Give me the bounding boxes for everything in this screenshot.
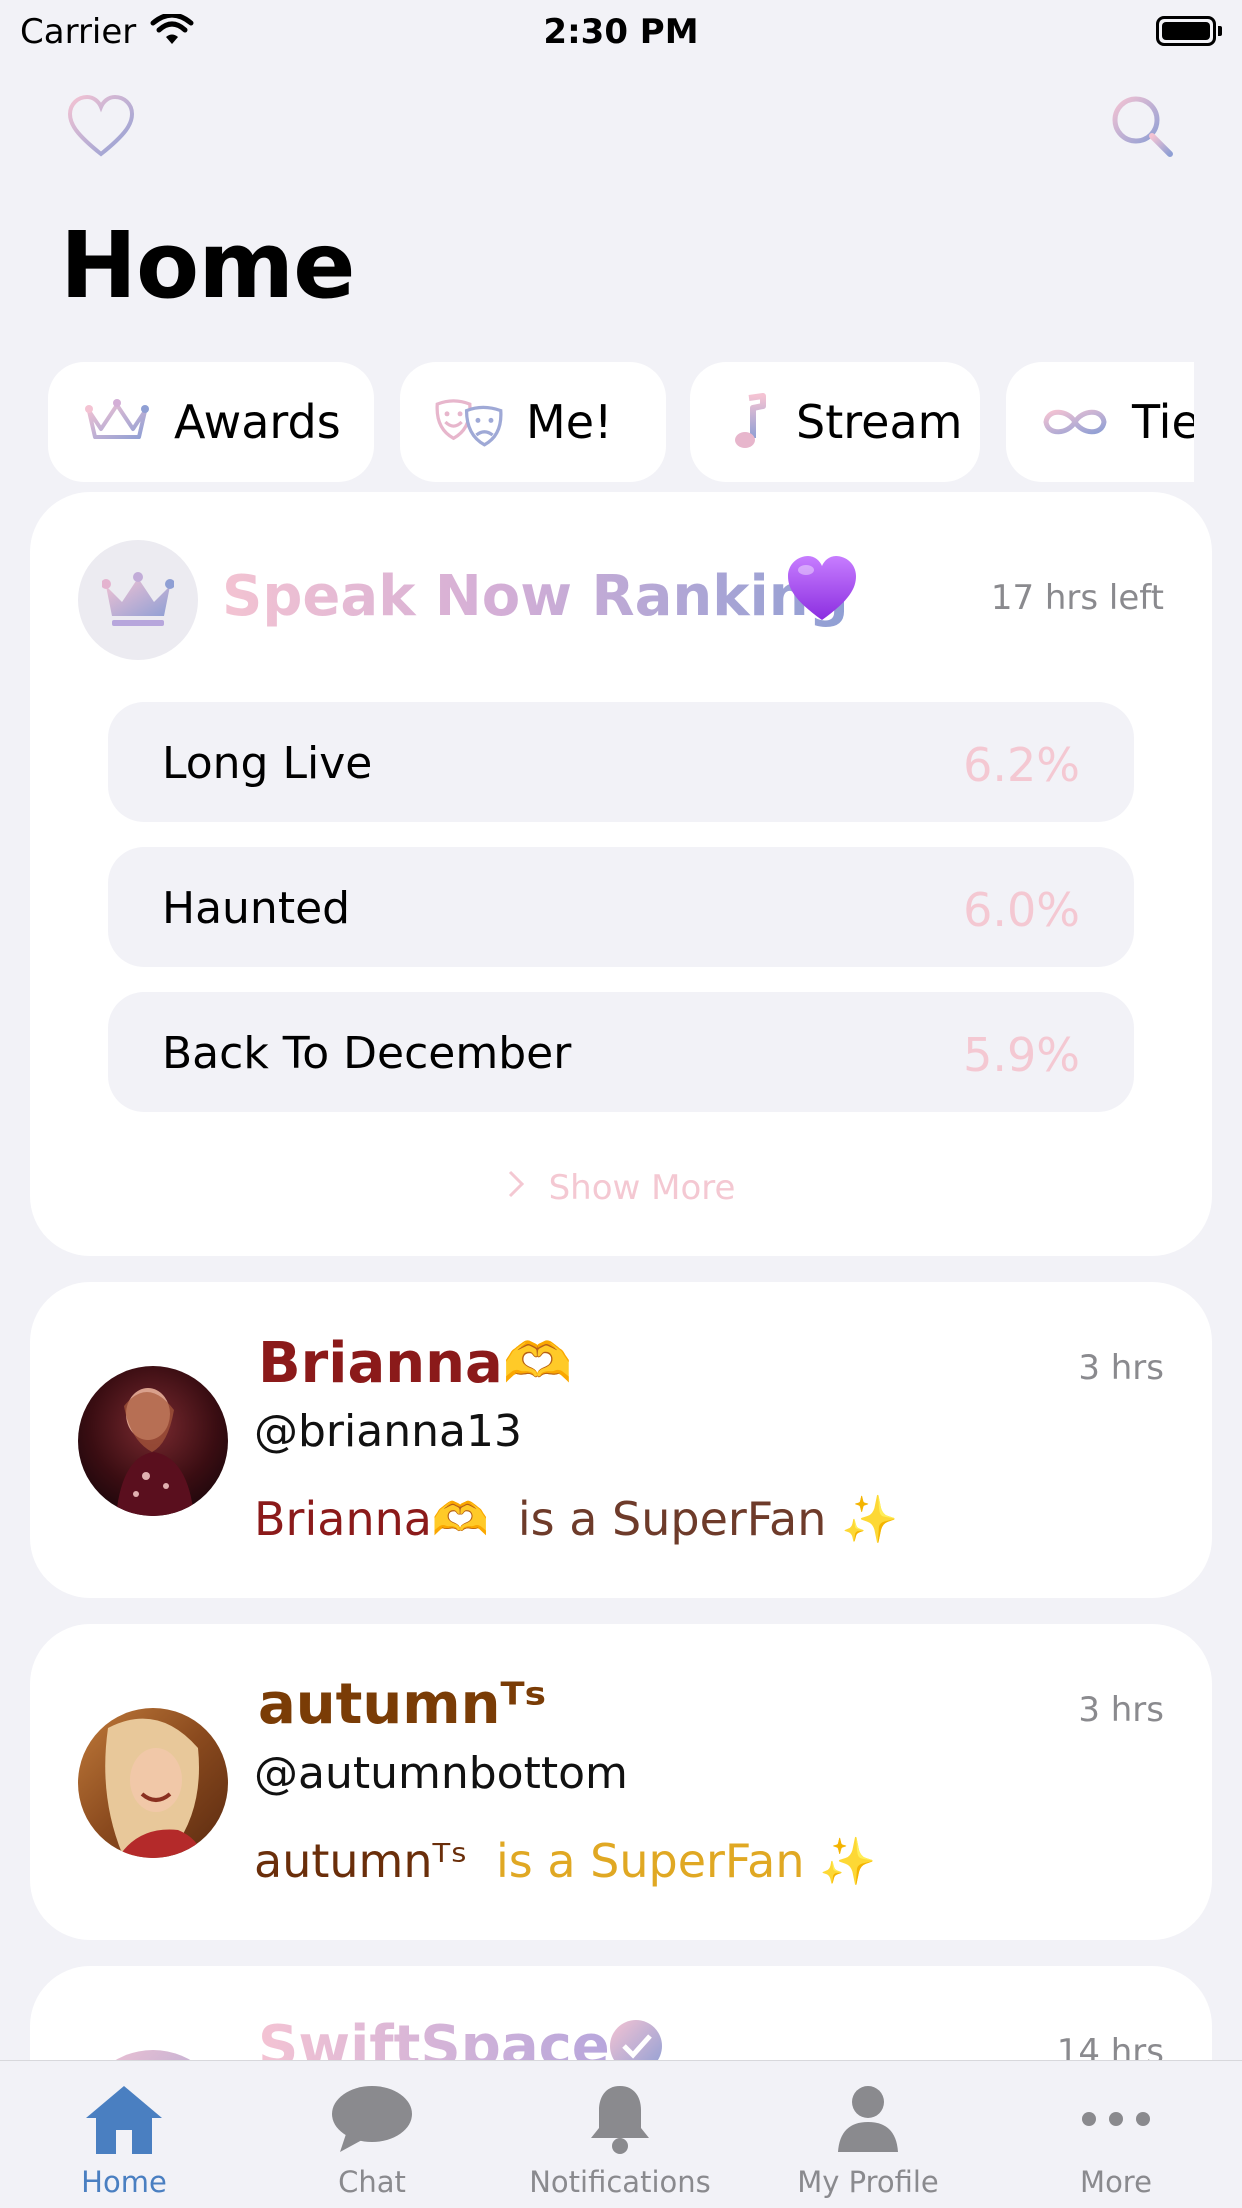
- tab-label: Chat: [338, 2165, 406, 2199]
- tab-notifications[interactable]: Notifications: [496, 2061, 744, 2208]
- status-bar: Carrier 2:30 PM: [0, 0, 1242, 62]
- show-more-button[interactable]: Show More: [30, 1168, 1212, 1208]
- post-author-name[interactable]: autumnᵀˢ: [258, 1672, 546, 1737]
- post-card[interactable]: autumnᵀˢ @autumnbottom 3 hrs autumnᵀˢ is…: [30, 1624, 1212, 1940]
- chip-tie[interactable]: Tie: [1006, 362, 1194, 482]
- battery-icon: [1156, 16, 1222, 46]
- favorites-heart-icon[interactable]: [66, 92, 136, 162]
- chip-me[interactable]: Me!: [400, 362, 666, 482]
- post-body-text: is a SuperFan ✨: [495, 1834, 877, 1888]
- chat-bubble-icon: [248, 2081, 496, 2157]
- tab-label: Notifications: [529, 2165, 711, 2199]
- tab-label: My Profile: [797, 2165, 939, 2199]
- music-note-icon: [724, 392, 774, 452]
- ranking-song: Long Live: [162, 738, 373, 789]
- tab-chat[interactable]: Chat: [248, 2061, 496, 2208]
- chip-label: Stream: [796, 395, 963, 449]
- ranking-row[interactable]: Back To December 5.9%: [108, 992, 1134, 1112]
- post-body-name: Brianna🫶: [254, 1492, 490, 1546]
- tab-label: Home: [81, 2165, 167, 2199]
- post-time: 3 hrs: [1078, 1348, 1164, 1388]
- post-card[interactable]: Brianna🫶 @brianna13 3 hrs Brianna🫶 is a …: [30, 1282, 1212, 1598]
- tab-more[interactable]: More: [992, 2061, 1242, 2208]
- post-handle[interactable]: @autumnbottom: [254, 1748, 628, 1799]
- post-body: Brianna🫶 is a SuperFan ✨: [254, 1492, 898, 1547]
- ranking-song: Back To December: [162, 1028, 572, 1079]
- category-chips: Awards Me! Stream Tie: [48, 362, 1194, 484]
- post-time: 3 hrs: [1078, 1690, 1164, 1730]
- chip-label: Me!: [526, 395, 613, 449]
- ranking-row[interactable]: Long Live 6.2%: [108, 702, 1134, 822]
- tab-my-profile[interactable]: My Profile: [744, 2061, 992, 2208]
- post-body-text: is a SuperFan ✨: [517, 1492, 899, 1546]
- post-body: autumnᵀˢ is a SuperFan ✨: [254, 1834, 876, 1889]
- ranking-percent: 6.0%: [963, 883, 1080, 937]
- avatar[interactable]: [78, 1708, 228, 1858]
- chip-label: Tie: [1132, 395, 1194, 449]
- chip-awards[interactable]: Awards: [48, 362, 374, 482]
- ellipsis-icon: [992, 2081, 1240, 2157]
- infinity-icon: [1040, 392, 1110, 452]
- ranking-row[interactable]: Haunted 6.0%: [108, 847, 1134, 967]
- ranking-title: Speak Now Ranking: [222, 564, 849, 629]
- ranking-card[interactable]: Speak Now Ranking 17 hrs left Long Live …: [30, 492, 1212, 1256]
- home-icon: [0, 2081, 248, 2157]
- ranking-time-left: 17 hrs left: [990, 578, 1164, 618]
- show-more-label: Show More: [548, 1168, 736, 1208]
- bell-icon: [496, 2081, 744, 2157]
- post-handle[interactable]: @brianna13: [254, 1406, 522, 1457]
- tab-home[interactable]: Home: [0, 2061, 248, 2208]
- tab-label: More: [1080, 2165, 1152, 2199]
- ranking-percent: 6.2%: [963, 738, 1080, 792]
- avatar[interactable]: [78, 1366, 228, 1516]
- page-title: Home: [60, 212, 355, 319]
- chevron-right-icon: [507, 1168, 525, 1208]
- person-icon: [744, 2081, 992, 2157]
- theater-masks-icon: [434, 392, 504, 452]
- crown-icon: [82, 392, 152, 452]
- chip-stream[interactable]: Stream: [690, 362, 980, 482]
- purple-heart-icon: [788, 556, 856, 620]
- tab-bar: Home Chat Notifications My Profile More: [0, 2060, 1242, 2208]
- post-body-name: autumnᵀˢ: [254, 1834, 468, 1888]
- ranking-badge: [78, 540, 198, 660]
- search-icon[interactable]: [1108, 92, 1178, 162]
- crown-icon: [102, 572, 174, 626]
- chip-label: Awards: [174, 395, 341, 449]
- ranking-percent: 5.9%: [963, 1028, 1080, 1082]
- status-time: 2:30 PM: [543, 12, 699, 52]
- ranking-song: Haunted: [162, 883, 351, 934]
- post-author-name[interactable]: Brianna🫶: [258, 1330, 573, 1396]
